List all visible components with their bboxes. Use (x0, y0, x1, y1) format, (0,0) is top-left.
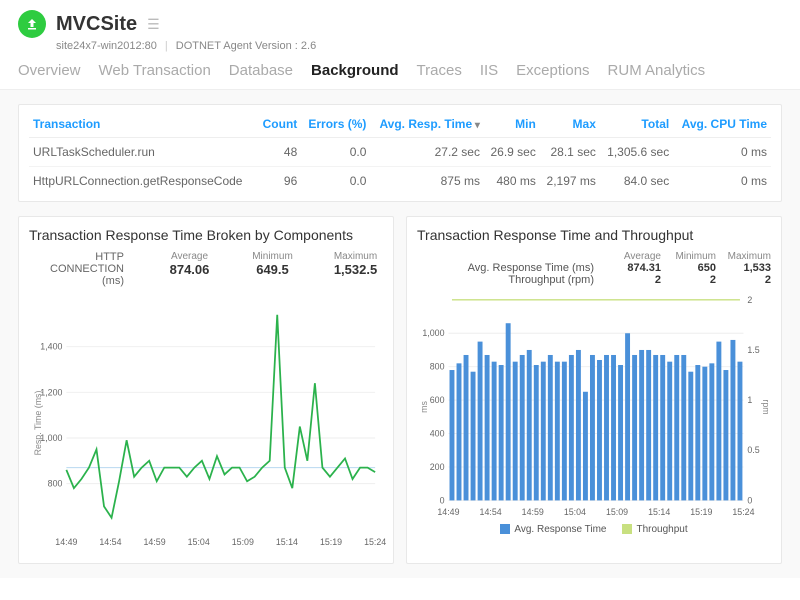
chart-title: Transaction Response Time and Throughput (417, 227, 771, 243)
svg-text:14:49: 14:49 (55, 537, 77, 547)
svg-text:1,000: 1,000 (40, 433, 62, 443)
chart-title: Transaction Response Time Broken by Comp… (29, 227, 383, 243)
tab-exceptions[interactable]: Exceptions (516, 62, 589, 83)
svg-text:600: 600 (430, 395, 445, 405)
svg-text:15:09: 15:09 (606, 507, 628, 517)
svg-text:14:54: 14:54 (480, 507, 502, 517)
tab-web-transaction[interactable]: Web Transaction (99, 62, 211, 83)
svg-text:0: 0 (440, 495, 445, 505)
chart2-stats: AverageMinimumMaximum Avg. Response Time… (417, 251, 771, 286)
tab-iis[interactable]: IIS (480, 62, 498, 83)
col-header[interactable]: Errors (%) (301, 111, 370, 138)
upload-button[interactable] (18, 10, 46, 38)
tab-background[interactable]: Background (311, 62, 399, 83)
tab-traces[interactable]: Traces (417, 62, 462, 83)
col-header[interactable]: Count (257, 111, 302, 138)
svg-text:15:14: 15:14 (276, 537, 298, 547)
svg-text:0.5: 0.5 (747, 445, 759, 455)
svg-text:1.5: 1.5 (747, 345, 759, 355)
chart1-stats: HTTP CONNECTION (ms) Average874.06 Minim… (29, 251, 383, 287)
col-header[interactable]: Total (600, 111, 673, 138)
svg-text:1: 1 (747, 395, 752, 405)
svg-text:400: 400 (430, 429, 445, 439)
svg-text:15:19: 15:19 (320, 537, 342, 547)
tab-rum-analytics[interactable]: RUM Analytics (608, 62, 706, 83)
col-header[interactable]: Avg. Resp. Time ▾ (370, 111, 484, 138)
svg-text:1,000: 1,000 (422, 328, 444, 338)
svg-text:14:59: 14:59 (144, 537, 166, 547)
col-header[interactable]: Avg. CPU Time (673, 111, 771, 138)
hamburger-icon[interactable]: ☰ (147, 16, 158, 33)
svg-text:14:49: 14:49 (437, 507, 459, 517)
line-chart[interactable]: 800 1,000 1,200 1,400 14:49 14:54 14:59 15:04 15… (29, 293, 383, 553)
svg-text:800: 800 (430, 362, 445, 372)
svg-text:14:54: 14:54 (99, 537, 121, 547)
svg-text:200: 200 (430, 462, 445, 472)
chart-components: Transaction Response Time Broken by Comp… (18, 216, 394, 564)
upload-icon (25, 17, 39, 31)
chart-throughput: Transaction Response Time and Throughput… (406, 216, 782, 564)
svg-text:2: 2 (747, 295, 752, 305)
nav-tabs: Overview Web Transaction Database Backgroun… (0, 62, 800, 90)
svg-text:Resp. Time (ms): Resp. Time (ms) (33, 391, 43, 456)
svg-text:15:04: 15:04 (564, 507, 586, 517)
svg-text:15:09: 15:09 (232, 537, 254, 547)
transactions-table: TransactionCountErrors (%)Avg. Resp. Tim… (18, 104, 782, 202)
table-row[interactable]: HttpURLConnection.getResponseCode960.087… (29, 167, 771, 196)
table-row[interactable]: URLTaskScheduler.run480.027.2 sec26.9 se… (29, 138, 771, 167)
subtitle: site24x7-win2012:80|DOTNET Agent Version… (56, 40, 782, 52)
svg-text:1,200: 1,200 (40, 387, 62, 397)
svg-text:800: 800 (48, 479, 63, 489)
svg-text:rpm: rpm (761, 399, 771, 414)
tab-database[interactable]: Database (229, 62, 293, 83)
col-header[interactable]: Min (484, 111, 540, 138)
svg-text:ms: ms (419, 401, 429, 413)
bar-chart[interactable]: 0 200 400 600 800 1,000 0 0.5 1 1.5 2 14:49 14:54 14:… (417, 292, 771, 522)
svg-text:15:24: 15:24 (364, 537, 386, 547)
svg-text:15:04: 15:04 (188, 537, 210, 547)
tab-overview[interactable]: Overview (18, 62, 81, 83)
app-title: MVCSite (56, 13, 137, 36)
col-header[interactable]: Transaction (29, 111, 257, 138)
svg-text:15:14: 15:14 (648, 507, 670, 517)
legend: Avg. Response Time Throughput (417, 524, 771, 535)
svg-text:14:59: 14:59 (522, 507, 544, 517)
col-header[interactable]: Max (540, 111, 600, 138)
svg-text:15:19: 15:19 (690, 507, 712, 517)
svg-text:1,400: 1,400 (40, 342, 62, 352)
svg-text:15:24: 15:24 (732, 507, 754, 517)
sort-desc-icon: ▾ (472, 120, 480, 131)
svg-text:0: 0 (747, 495, 752, 505)
